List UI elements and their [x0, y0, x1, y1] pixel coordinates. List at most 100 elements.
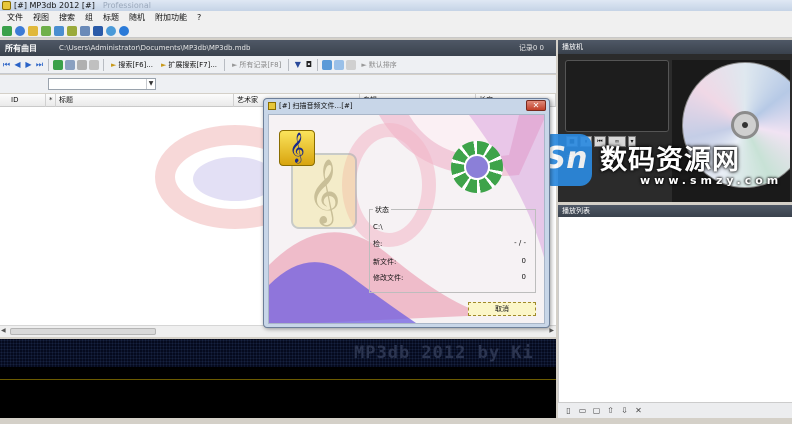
all-records-label: 所有记录[F8]	[239, 60, 282, 69]
new-files-value: 0	[521, 257, 526, 265]
move-down-icon[interactable]: ⇩	[620, 406, 629, 415]
main-toolbar	[0, 24, 792, 38]
search-icon[interactable]	[80, 25, 90, 36]
extended-search-button[interactable]: ► 扩展搜索[F7]...	[158, 60, 220, 70]
remove-icon[interactable]: ✕	[634, 406, 643, 415]
add-icon[interactable]	[2, 25, 12, 36]
column-id[interactable]: ID	[8, 94, 46, 107]
settings-icon[interactable]	[106, 25, 116, 36]
window-icon[interactable]	[93, 25, 103, 36]
window-subtitle: Professional	[102, 1, 151, 10]
dialog-titlebar[interactable]: [#] 扫描音频文件...[#]	[264, 99, 549, 113]
cancel-button[interactable]: 取消	[468, 302, 536, 316]
folder-icon[interactable]	[28, 25, 38, 36]
modified-files-value: 0	[521, 273, 526, 281]
separator	[48, 58, 49, 71]
filter-combo[interactable]: ▼	[48, 78, 156, 90]
menu-search[interactable]: 搜索	[54, 12, 80, 23]
arrow-icon: ►	[111, 60, 117, 69]
column-title[interactable]: 标题	[56, 94, 234, 107]
column-star[interactable]: *	[46, 94, 56, 107]
search-button-label: 搜索[F6]...	[118, 60, 154, 69]
search-button[interactable]: ► 搜索[F6]...	[108, 60, 156, 70]
status-bar	[0, 418, 792, 424]
checked-label: 检:	[373, 240, 383, 248]
save-playlist-icon[interactable]: ▢	[592, 406, 601, 415]
export-icon[interactable]	[54, 25, 64, 36]
dialog-app-icon	[268, 102, 276, 110]
dialog-content: 𝄞 𝄞 状态 C:\ 检: - / - 新文件: 0 修改文件: 0 取消	[268, 114, 545, 324]
menu-view[interactable]: 视图	[28, 12, 54, 23]
menu-help[interactable]: ?	[192, 13, 206, 22]
visualizer	[0, 367, 556, 418]
menu-file[interactable]: 文件	[2, 12, 28, 23]
scan-path: C:\	[373, 223, 383, 231]
scan-dialog: [#] 扫描音频文件...[#] ✕ 𝄞 𝄞 状态 C:\ 检: - / - 新…	[263, 98, 550, 328]
menu-random[interactable]: 随机	[124, 12, 150, 23]
sync-icon[interactable]	[322, 59, 333, 70]
arrow-icon: ►	[232, 60, 238, 69]
separator	[224, 58, 226, 71]
library-path: C:\Users\Administrator\Documents\MP3db\M…	[59, 44, 251, 52]
dialog-title: [#] 扫描音频文件...[#]	[279, 102, 353, 110]
edit-icon[interactable]	[77, 59, 87, 70]
playlist-header: 播放列表	[558, 205, 792, 217]
status-legend: 状态	[373, 205, 391, 215]
extended-search-label: 扩展搜索[F7]...	[168, 60, 218, 69]
separator	[317, 58, 319, 71]
library-toolbar: ⏮ ◀ ▶ ⏭ ► 搜索[F6]... ► 扩展搜索[F7]... ► 所有记录[F8…	[0, 56, 556, 74]
music-note-icon: 𝄞	[279, 130, 315, 166]
cloud-icon[interactable]	[334, 59, 345, 70]
playlist[interactable]	[558, 217, 792, 402]
filter-icon[interactable]: ▼	[293, 60, 302, 69]
lcd-text: MP3db 2012 by Ki	[354, 343, 534, 363]
scroll-thumb[interactable]	[10, 328, 156, 335]
player-screen	[565, 60, 669, 132]
arrow-icon: ►	[361, 60, 367, 69]
menu-group[interactable]: 组	[80, 12, 98, 23]
import-icon[interactable]	[41, 25, 51, 36]
playlist-footer: ▯ ▭ ▢ ⇧ ⇩ ✕	[558, 402, 792, 418]
modified-files-label: 修改文件:	[373, 274, 404, 282]
menu-title[interactable]: 标题	[98, 12, 124, 23]
help-icon[interactable]	[119, 25, 129, 36]
watermark-url: www.smzy.com	[640, 174, 783, 187]
scroll-left-icon[interactable]: ◀	[1, 327, 6, 334]
visualizer-line	[0, 379, 556, 380]
default-sort-button[interactable]: ► 默认排序	[358, 60, 399, 70]
default-sort-label: 默认排序	[368, 60, 397, 69]
separator	[103, 58, 104, 71]
refresh-list-icon[interactable]	[53, 59, 63, 70]
refresh-icon[interactable]	[67, 25, 77, 36]
open-playlist-icon[interactable]: ▭	[578, 406, 587, 415]
prev-record-icon[interactable]: ◀	[13, 60, 22, 69]
record-count: 记录0 0	[518, 44, 544, 52]
scroll-right-icon[interactable]: ▶	[549, 327, 554, 334]
filter-row: ▼	[0, 75, 556, 93]
first-record-icon[interactable]: ⏮	[2, 60, 11, 70]
menu-extras[interactable]: 附加功能	[150, 12, 192, 23]
next-record-icon[interactable]: ▶	[24, 60, 33, 69]
library-header: 所有曲目 C:\Users\Administrator\Documents\MP…	[0, 40, 556, 56]
chevron-down-icon[interactable]: ▼	[146, 79, 155, 89]
title-bar: [#] MP3db 2012 [#] Professional	[0, 0, 792, 11]
lcd-banner: MP3db 2012 by Ki	[0, 339, 556, 367]
columns-icon[interactable]	[89, 59, 99, 70]
new-playlist-icon[interactable]: ▯	[564, 406, 573, 415]
player-header: 播放机	[558, 40, 792, 54]
move-up-icon[interactable]: ⇧	[606, 406, 615, 415]
list-icon[interactable]	[65, 59, 75, 70]
all-records-button[interactable]: ► 所有记录[F8]	[229, 60, 284, 70]
spinner-core	[464, 154, 490, 180]
new-files-label: 新文件:	[373, 258, 397, 266]
last-record-icon[interactable]: ⏭	[35, 60, 44, 70]
close-button[interactable]: ✕	[526, 100, 546, 111]
window-title: [#] MP3db 2012 [#]	[14, 1, 95, 10]
binoculars-icon[interactable]: ◘	[304, 60, 313, 69]
watermark-text: 数码资源网	[600, 145, 740, 176]
disc-icon[interactable]	[15, 25, 25, 36]
doc-icon[interactable]	[346, 59, 357, 70]
arrow-icon: ►	[161, 60, 167, 69]
separator	[288, 58, 290, 71]
checked-value: - / -	[514, 239, 526, 247]
